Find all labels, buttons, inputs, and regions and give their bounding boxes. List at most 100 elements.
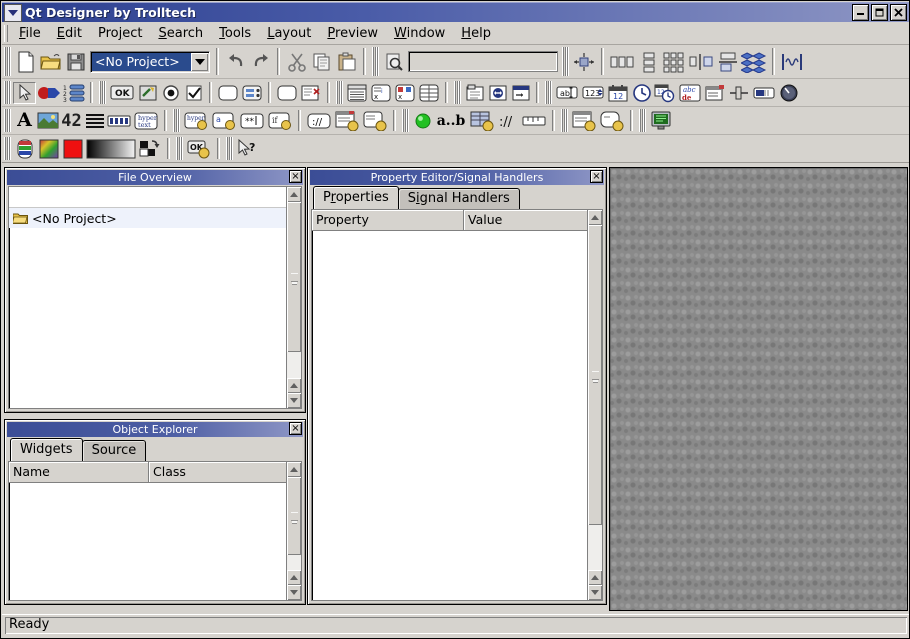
toolbar-handle[interactable]	[561, 109, 568, 132]
scissors-icon[interactable]	[284, 50, 309, 74]
column-property[interactable]: Property	[312, 210, 464, 231]
scroll-thumb[interactable]	[287, 477, 301, 555]
toolbar-handle[interactable]	[562, 47, 569, 76]
scroll-up-icon[interactable]	[287, 187, 301, 202]
menu-search[interactable]: Search	[150, 23, 211, 44]
range-label[interactable]: a..b	[434, 110, 468, 132]
scroll-up-icon[interactable]	[287, 462, 301, 477]
adjust-size-icon[interactable]	[571, 50, 597, 74]
spin-box-icon[interactable]: 123	[580, 82, 606, 104]
toolbar-handle[interactable]	[4, 109, 11, 132]
undo-arrow-icon[interactable]	[223, 50, 248, 74]
wizard-icon[interactable]	[509, 82, 532, 104]
menu-edit[interactable]: Edit	[49, 23, 90, 44]
toolbar-handle[interactable]	[402, 109, 409, 132]
new-file-icon[interactable]	[13, 50, 38, 74]
radio-button-icon[interactable]	[159, 82, 182, 104]
redo-arrow-icon[interactable]	[248, 50, 273, 74]
menu-tools[interactable]: Tools	[211, 23, 259, 44]
date-time-edit-icon[interactable]: 12	[653, 82, 677, 104]
scroll-down-icon[interactable]	[287, 585, 301, 600]
close-button[interactable]	[890, 4, 907, 21]
frame-icon[interactable]	[275, 82, 299, 104]
text-label-icon[interactable]: A	[13, 110, 36, 132]
object-explorer-close-icon[interactable]: ×	[289, 422, 302, 435]
toolbar-handle[interactable]	[176, 137, 183, 160]
layout-grid-icon[interactable]	[661, 50, 687, 74]
scroll-page-up-icon[interactable]	[287, 570, 301, 585]
minimize-button[interactable]	[852, 4, 869, 21]
slider-icon[interactable]	[727, 82, 751, 104]
toolbar-handle[interactable]	[173, 109, 180, 132]
palette-editor-icon[interactable]	[13, 138, 37, 160]
custom-form-icon[interactable]	[361, 110, 389, 132]
button-group-icon[interactable]	[240, 82, 264, 104]
tab-signal-handlers[interactable]: Signal Handlers	[397, 188, 520, 209]
column-value[interactable]: Value	[464, 210, 602, 231]
custom-round-icon[interactable]	[598, 110, 626, 132]
tab-order-icon[interactable]: 123	[62, 82, 86, 104]
split-horizontal-icon[interactable]	[687, 50, 715, 74]
search-page-icon[interactable]	[381, 50, 406, 74]
menu-preview[interactable]: Preview	[319, 23, 386, 44]
property-editor-list[interactable]: Property Value	[311, 209, 603, 601]
file-overview-scrollbar[interactable]	[286, 187, 301, 408]
custom-window-icon[interactable]	[570, 110, 598, 132]
column-name[interactable]: Name	[9, 462, 149, 483]
solid-red-icon[interactable]	[61, 138, 85, 160]
toolbar-handle[interactable]	[99, 81, 106, 104]
scroll-track[interactable]	[287, 477, 301, 570]
icon-view-icon[interactable]: x	[393, 82, 417, 104]
text-browser-icon[interactable]: hyper text	[132, 110, 160, 132]
color-spectrum-icon[interactable]	[37, 138, 61, 160]
comment-icon[interactable]: ://	[305, 110, 333, 132]
file-overview-tree[interactable]: <No Project>	[8, 186, 302, 409]
break-layout-icon[interactable]	[740, 50, 768, 74]
widget-stack-icon[interactable]	[299, 82, 323, 104]
menu-help[interactable]: Help	[453, 23, 499, 44]
splitter-icon[interactable]	[486, 82, 509, 104]
preview-form-icon[interactable]	[648, 110, 674, 132]
chevron-down-icon[interactable]	[191, 52, 208, 71]
tool-button-icon[interactable]	[136, 82, 159, 104]
pointer-arrow-icon[interactable]	[13, 81, 36, 104]
file-overview-item[interactable]: <No Project>	[9, 208, 301, 228]
toolbar-handle[interactable]	[639, 109, 646, 132]
menubar-grip[interactable]	[4, 24, 8, 42]
toolbar-handle[interactable]	[336, 81, 343, 104]
menu-window[interactable]: Window	[386, 23, 453, 44]
mdi-workspace[interactable]	[609, 167, 908, 611]
scroll-thumb[interactable]	[287, 202, 301, 352]
layout-horizontal-icon[interactable]	[608, 50, 636, 74]
tab-widget-icon[interactable]	[463, 82, 486, 104]
custom-ok-icon[interactable]: OK	[185, 138, 213, 160]
column-class[interactable]: Class	[149, 462, 301, 483]
combo-box-icon[interactable]	[703, 82, 727, 104]
custom-widget-a-icon[interactable]: **	[238, 110, 266, 132]
toolbar-handle[interactable]	[4, 81, 11, 104]
scroll-up-icon[interactable]	[588, 210, 602, 225]
line-icon[interactable]	[83, 110, 106, 132]
list-view-icon[interactable]	[345, 82, 369, 104]
progress-icon[interactable]	[106, 110, 132, 132]
menu-project[interactable]: Project	[90, 23, 151, 44]
text-edit-icon[interactable]: abc de	[677, 82, 703, 104]
tab-widgets[interactable]: Widgets	[10, 438, 83, 461]
pixmap-label-icon[interactable]	[36, 110, 60, 132]
line-edit-icon[interactable]: ab	[554, 82, 580, 104]
ruler-icon[interactable]	[520, 110, 548, 132]
toolbar-handle[interactable]	[226, 137, 233, 160]
connect-signals-icon[interactable]	[36, 82, 62, 104]
object-explorer-list[interactable]: Name Class	[8, 461, 302, 601]
project-combo[interactable]: <No Project>	[90, 50, 210, 73]
whats-this-icon[interactable]: ?	[235, 138, 261, 160]
custom-dialog-icon[interactable]	[333, 110, 361, 132]
toolbar-handle[interactable]	[372, 47, 379, 76]
toolbar-handle[interactable]	[4, 47, 11, 76]
list-box-icon[interactable]: ix	[369, 82, 393, 104]
object-explorer-scrollbar[interactable]	[286, 462, 301, 600]
tab-properties[interactable]: Properties	[313, 186, 399, 209]
toolbar-handle[interactable]	[545, 81, 552, 104]
toolbar-handle[interactable]	[454, 81, 461, 104]
property-editor-close-icon[interactable]: ×	[590, 170, 603, 183]
